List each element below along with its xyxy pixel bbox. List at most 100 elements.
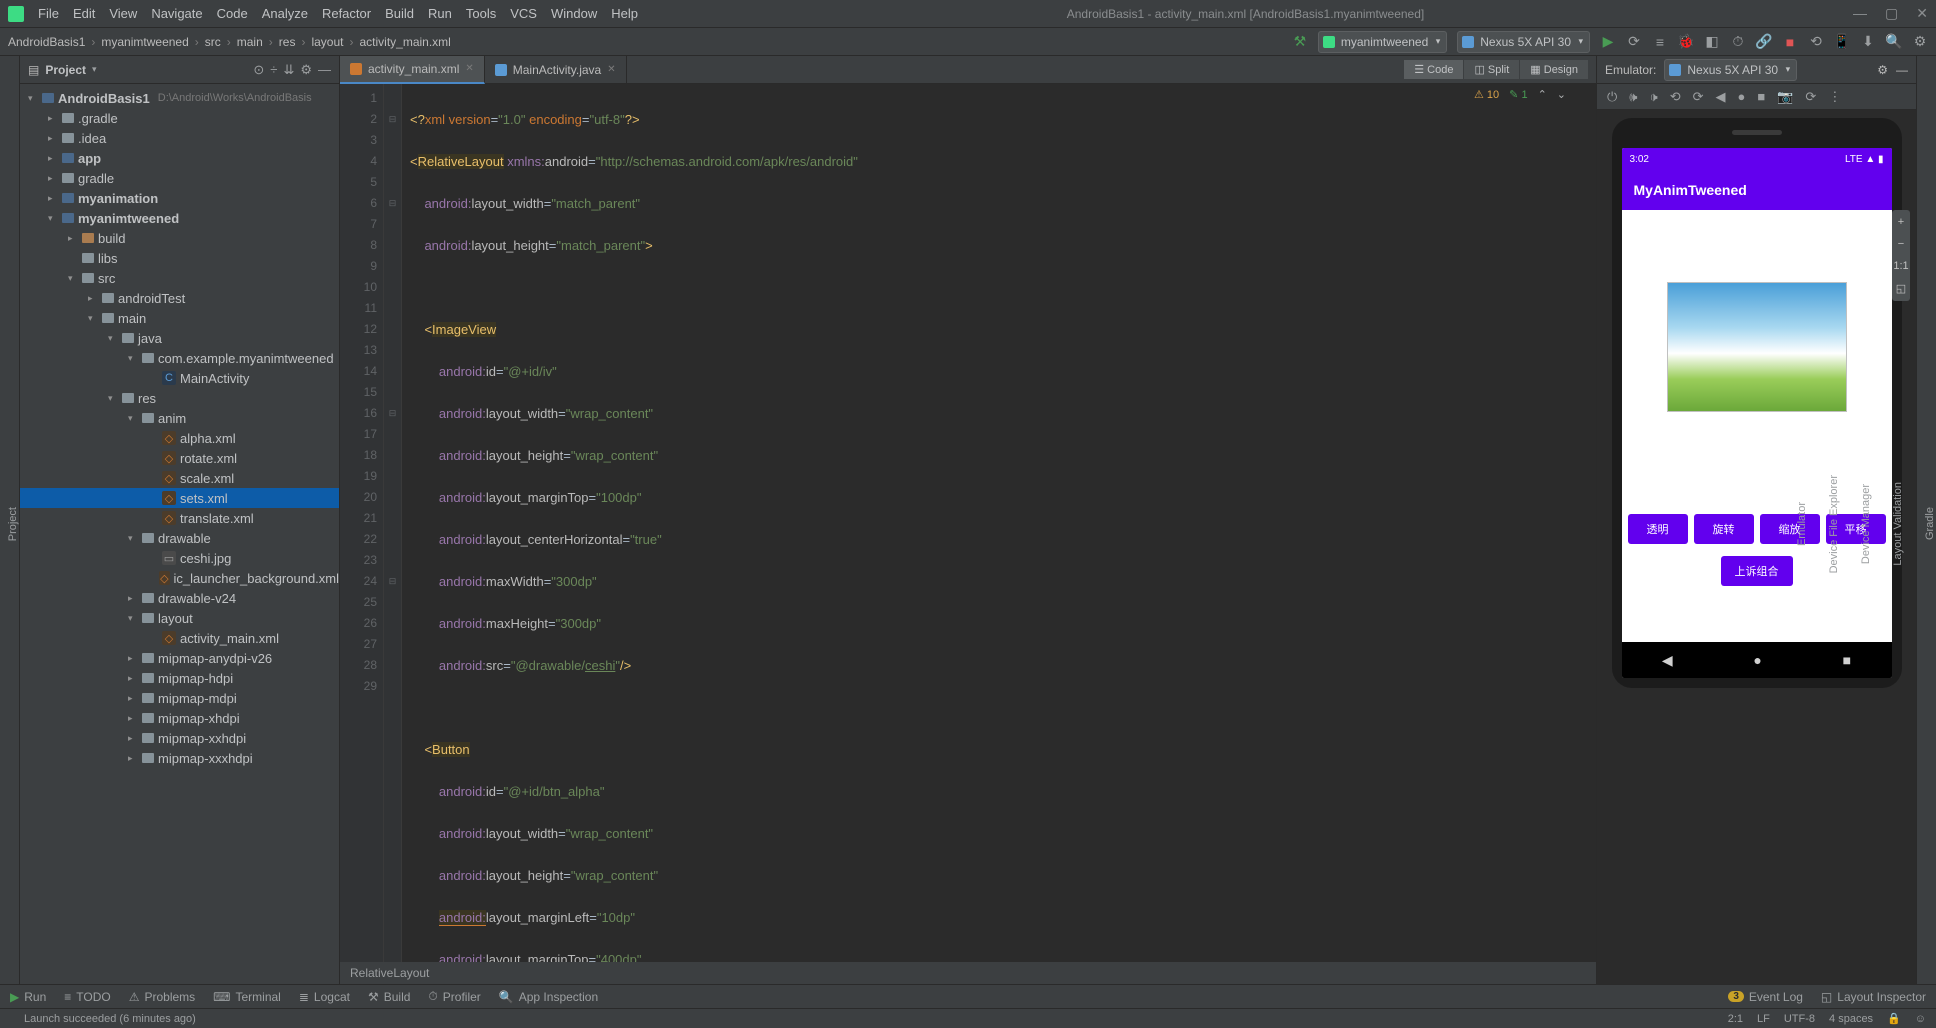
tree-item[interactable]: ▸mipmap-anydpi-v26 bbox=[20, 648, 339, 668]
tree-item[interactable]: ▾myanimtweened bbox=[20, 208, 339, 228]
rail-device-file-explorer[interactable]: Device File Explorer bbox=[1828, 475, 1840, 573]
power-icon[interactable]: ⏻ bbox=[1607, 89, 1617, 105]
phone-screen[interactable]: 3:02 LTE ▲ ▮ MyAnimTweened 透明 旋转 缩放 平移 bbox=[1622, 148, 1892, 678]
tree-item[interactable]: ▾com.example.myanimtweened bbox=[20, 348, 339, 368]
zoom-actual-icon[interactable]: ◱ bbox=[1896, 282, 1906, 295]
tree-item[interactable]: ▸app bbox=[20, 148, 339, 168]
close-icon[interactable]: ✕ bbox=[607, 64, 615, 75]
hammer-icon[interactable]: ⚒ bbox=[1292, 34, 1308, 50]
view-mode-split[interactable]: ◫ Split bbox=[1464, 60, 1519, 79]
tree-item[interactable]: ▸mipmap-xhdpi bbox=[20, 708, 339, 728]
tree-item[interactable]: ◇ic_launcher_background.xml bbox=[20, 568, 339, 588]
tree-item[interactable]: ▾main bbox=[20, 308, 339, 328]
tree-item[interactable]: ▾layout bbox=[20, 608, 339, 628]
menu-help[interactable]: Help bbox=[611, 6, 638, 21]
overview-icon[interactable]: ■ bbox=[1757, 89, 1765, 104]
avd-icon[interactable]: 📱 bbox=[1834, 34, 1850, 50]
bottom-run[interactable]: ▶Run bbox=[10, 990, 46, 1004]
tree-item[interactable]: ▸gradle bbox=[20, 168, 339, 188]
tree-item[interactable]: ▸myanimation bbox=[20, 188, 339, 208]
status-line-ending[interactable]: LF bbox=[1757, 1013, 1770, 1025]
tree-item[interactable]: ◇translate.xml bbox=[20, 508, 339, 528]
nav-back-icon[interactable]: ◀ bbox=[1662, 652, 1673, 669]
sync-icon[interactable]: ⟲ bbox=[1808, 34, 1824, 50]
tree-item[interactable]: ◇rotate.xml bbox=[20, 448, 339, 468]
view-mode-design[interactable]: ▦ Design bbox=[1520, 60, 1588, 79]
tree-item[interactable]: ▭ceshi.jpg bbox=[20, 548, 339, 568]
crumb[interactable]: main bbox=[237, 35, 263, 49]
rail-project[interactable]: Project bbox=[7, 507, 19, 541]
run-config-dropdown[interactable]: myanimtweened bbox=[1318, 31, 1447, 53]
menu-window[interactable]: Window bbox=[551, 6, 597, 21]
tree-item[interactable]: ▸drawable-v24 bbox=[20, 588, 339, 608]
gear-icon[interactable]: ⚙ bbox=[1877, 63, 1888, 77]
editor-breadcrumb[interactable]: RelativeLayout bbox=[340, 962, 1596, 984]
tree-item[interactable]: ▾src bbox=[20, 268, 339, 288]
tree-item[interactable]: ▸build bbox=[20, 228, 339, 248]
stop-icon[interactable]: ■ bbox=[1782, 34, 1798, 50]
tree-item[interactable]: ◇activity_main.xml bbox=[20, 628, 339, 648]
menu-run[interactable]: Run bbox=[428, 6, 452, 21]
btn-alpha[interactable]: 透明 bbox=[1628, 514, 1688, 544]
status-readonly-icon[interactable]: 🔒 bbox=[1887, 1012, 1901, 1025]
debug-icon[interactable]: 🐞 bbox=[1678, 34, 1694, 50]
tree-item[interactable]: ▾java bbox=[20, 328, 339, 348]
search-icon[interactable]: 🔍 bbox=[1886, 34, 1902, 50]
menu-file[interactable]: File bbox=[38, 6, 59, 21]
menu-code[interactable]: Code bbox=[217, 6, 248, 21]
bottom-build[interactable]: ⚒ Build bbox=[368, 990, 410, 1004]
rail-layout-validation[interactable]: Layout Validation bbox=[1892, 482, 1904, 566]
tree-item[interactable]: ▸.gradle bbox=[20, 108, 339, 128]
tree-item[interactable]: ▸mipmap-xxxhdpi bbox=[20, 748, 339, 768]
status-indent[interactable]: 4 spaces bbox=[1829, 1013, 1873, 1025]
bottom-layout-inspector[interactable]: ◱ Layout Inspector bbox=[1821, 990, 1926, 1004]
code-content[interactable]: <?xml version="1.0" encoding="utf-8"?> <… bbox=[402, 84, 1596, 962]
tree-item[interactable]: ▾res bbox=[20, 388, 339, 408]
settings-icon[interactable]: ⚙ bbox=[1912, 34, 1928, 50]
problems-indicator[interactable]: ⚠ 10 ✎ 1 ⌃⌄ bbox=[1474, 88, 1566, 101]
crumb[interactable]: res bbox=[279, 35, 296, 49]
more-icon[interactable]: ⋮ bbox=[1828, 89, 1841, 105]
close-icon[interactable]: ✕ bbox=[1916, 5, 1928, 22]
status-caret-pos[interactable]: 2:1 bbox=[1728, 1013, 1743, 1025]
crumb[interactable]: layout bbox=[311, 35, 343, 49]
btn-scale[interactable]: 缩放 bbox=[1760, 514, 1820, 544]
crumb[interactable]: AndroidBasis1 bbox=[8, 35, 85, 49]
menu-refactor[interactable]: Refactor bbox=[322, 6, 371, 21]
tree-item[interactable]: ▸mipmap-mdpi bbox=[20, 688, 339, 708]
nav-overview-icon[interactable]: ■ bbox=[1843, 652, 1851, 668]
tree-item[interactable]: ▸androidTest bbox=[20, 288, 339, 308]
device-dropdown[interactable]: Nexus 5X API 30 bbox=[1457, 31, 1590, 53]
tree-item[interactable]: CMainActivity bbox=[20, 368, 339, 388]
bottom-terminal[interactable]: ⌨ Terminal bbox=[213, 990, 281, 1004]
status-notifications-icon[interactable]: ☺ bbox=[1915, 1013, 1926, 1025]
menu-tools[interactable]: Tools bbox=[466, 6, 496, 21]
btn-rotate[interactable]: 旋转 bbox=[1694, 514, 1754, 544]
tab-activity-main[interactable]: activity_main.xml✕ bbox=[340, 56, 485, 84]
fold-gutter[interactable]: ⊟⊟⊟⊟ bbox=[384, 84, 402, 962]
hide-icon[interactable]: — bbox=[1896, 63, 1908, 77]
emulator-device-dropdown[interactable]: Nexus 5X API 30 bbox=[1664, 59, 1797, 81]
attach-icon[interactable]: 🔗 bbox=[1756, 34, 1772, 50]
tab-mainactivity[interactable]: MainActivity.java✕ bbox=[485, 56, 627, 84]
rail-device-manager[interactable]: Device Manager bbox=[1860, 484, 1872, 564]
bottom-todo[interactable]: ≡ TODO bbox=[64, 990, 110, 1004]
tree-item[interactable]: ◇alpha.xml bbox=[20, 428, 339, 448]
tree-item[interactable]: libs bbox=[20, 248, 339, 268]
sdk-icon[interactable]: ⬇ bbox=[1860, 34, 1876, 50]
rotate-right-icon[interactable]: ⟳ bbox=[1693, 89, 1704, 105]
nav-home-icon[interactable]: ● bbox=[1753, 652, 1761, 668]
apply-code-icon[interactable]: ≡ bbox=[1652, 34, 1668, 50]
home-icon[interactable]: ● bbox=[1738, 89, 1746, 104]
coverage-icon[interactable]: ◧ bbox=[1704, 34, 1720, 50]
close-icon[interactable]: ✕ bbox=[465, 63, 473, 74]
bottom-logcat[interactable]: ≣ Logcat bbox=[299, 990, 350, 1004]
run-icon[interactable]: ▶ bbox=[1600, 34, 1616, 50]
rail-gradle[interactable]: Gradle bbox=[1924, 507, 1936, 540]
menu-edit[interactable]: Edit bbox=[73, 6, 95, 21]
crumb[interactable]: myanimtweened bbox=[101, 35, 188, 49]
rail-emulator[interactable]: Emulator bbox=[1796, 502, 1808, 546]
crumb[interactable]: activity_main.xml bbox=[359, 35, 450, 49]
menu-navigate[interactable]: Navigate bbox=[151, 6, 202, 21]
code-editor[interactable]: ⚠ 10 ✎ 1 ⌃⌄ 1234567891011121314151617181… bbox=[340, 84, 1596, 962]
